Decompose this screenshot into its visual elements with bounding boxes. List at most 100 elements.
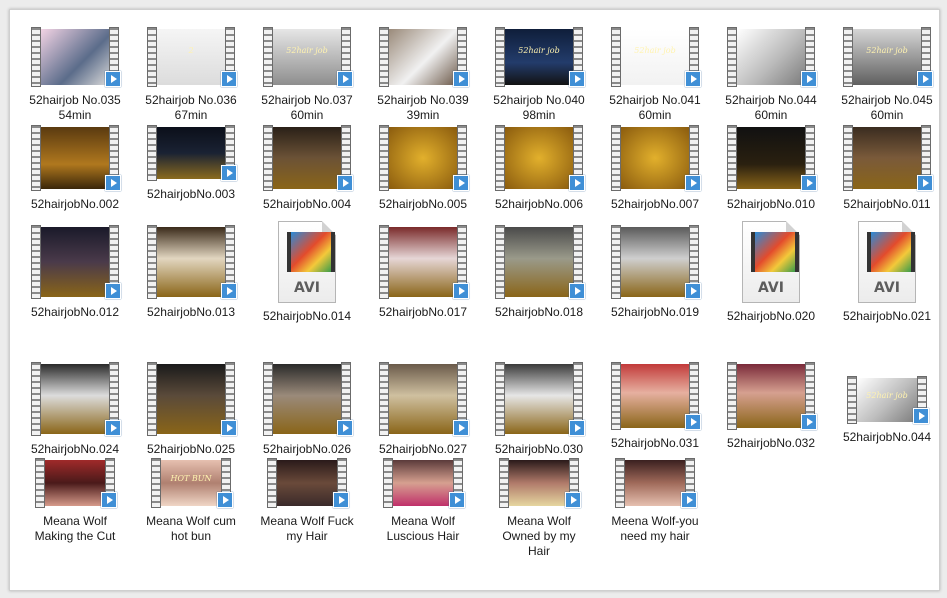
avi-file-type-label: AVI bbox=[758, 280, 784, 296]
avi-file-icon: AVI bbox=[858, 221, 916, 303]
file-item[interactable]: 52hairjob No.035 54min bbox=[19, 27, 131, 123]
thumbnail-frame bbox=[505, 127, 573, 189]
play-badge-icon bbox=[221, 165, 237, 181]
file-item[interactable]: Meana Wolf Making the Cut bbox=[19, 458, 131, 544]
file-item[interactable]: 52hairjobNo.013 bbox=[135, 225, 247, 320]
video-thumbnail: HOT BUN bbox=[151, 458, 233, 508]
file-item[interactable]: 52hairjobNo.019 bbox=[599, 225, 711, 320]
play-badge-icon bbox=[685, 414, 701, 430]
file-item[interactable]: 52hair job 52hairjobNo.044 bbox=[831, 362, 939, 445]
file-name-line: 52hairjobNo.004 bbox=[262, 197, 352, 211]
file-item[interactable]: 52hairjobNo.018 bbox=[483, 225, 595, 320]
film-strip-left bbox=[31, 362, 41, 436]
play-badge-icon bbox=[105, 175, 121, 191]
file-item[interactable]: Meana Wolf Owned by my Hair bbox=[483, 458, 595, 559]
file-item[interactable]: 52hairjobNo.024 bbox=[19, 362, 131, 457]
file-name-label: 52hairjobNo.003 bbox=[135, 187, 247, 202]
film-strip-left bbox=[495, 225, 505, 299]
play-badge-icon bbox=[105, 420, 121, 436]
video-thumbnail bbox=[147, 225, 237, 299]
file-name-label: 52hairjobNo.012 bbox=[19, 305, 131, 320]
film-strip-left bbox=[495, 27, 505, 87]
film-strip-left bbox=[611, 225, 621, 299]
video-thumbnail bbox=[379, 225, 469, 299]
video-thumbnail bbox=[379, 27, 469, 87]
film-strip-left bbox=[727, 27, 737, 87]
file-item[interactable]: 52hairjobNo.031 bbox=[599, 362, 711, 451]
thumbnail-caption: 52hair job bbox=[634, 45, 676, 55]
file-item[interactable]: Meena Wolf-you need my hair bbox=[599, 458, 711, 544]
file-item[interactable]: 52hairjobNo.030 bbox=[483, 362, 595, 457]
thumbnail-frame bbox=[505, 227, 573, 297]
video-thumbnail: 52hair job bbox=[843, 27, 933, 87]
file-item[interactable]: Meana Wolf Luscious Hair bbox=[367, 458, 479, 544]
film-strip-left bbox=[267, 458, 277, 508]
film-strip-left bbox=[495, 362, 505, 436]
play-badge-icon bbox=[801, 175, 817, 191]
file-name-label: Meana Wolf Owned by my Hair bbox=[483, 514, 595, 559]
video-thumbnail: 52hair job bbox=[611, 27, 701, 87]
file-item[interactable]: HOT BUN Meana Wolf cum hot bun bbox=[135, 458, 247, 544]
file-item[interactable]: 52hairjob No.044 60min bbox=[715, 27, 827, 123]
file-name-line: Meana Wolf bbox=[43, 514, 107, 528]
file-item[interactable]: 52hairjobNo.011 bbox=[831, 125, 939, 212]
file-item[interactable]: 52hairjobNo.017 bbox=[367, 225, 479, 320]
file-item[interactable]: 52hairjobNo.026 bbox=[251, 362, 363, 457]
play-badge-icon bbox=[221, 283, 237, 299]
file-item[interactable]: 52hairjobNo.006 bbox=[483, 125, 595, 212]
file-name-label: 52hairjobNo.027 bbox=[367, 442, 479, 457]
file-item[interactable]: AVI 52hairjobNo.020 bbox=[715, 221, 827, 324]
file-name-label: 52hairjobNo.017 bbox=[367, 305, 479, 320]
file-item[interactable]: 52hairjobNo.027 bbox=[367, 362, 479, 457]
thumbnail-caption: 52hair job bbox=[518, 45, 560, 55]
file-item[interactable]: 52hair job 52hairjob No.037 60min bbox=[251, 27, 363, 123]
file-item[interactable]: 52hairjobNo.010 bbox=[715, 125, 827, 212]
video-thumbnail bbox=[499, 458, 581, 508]
video-thumbnail bbox=[31, 362, 121, 436]
file-name-label: Meana Wolf cum hot bun bbox=[135, 514, 247, 544]
file-item[interactable]: 52hairjobNo.002 bbox=[19, 125, 131, 212]
file-name-line: 52hairjobNo.002 bbox=[30, 197, 120, 211]
play-badge-icon bbox=[105, 71, 121, 87]
file-item[interactable]: 2 52hairjob No.036 67min bbox=[135, 27, 247, 123]
play-badge-icon bbox=[685, 175, 701, 191]
film-strip-left bbox=[379, 362, 389, 436]
avi-file-icon: AVI bbox=[278, 221, 336, 303]
film-strip-left bbox=[727, 125, 737, 191]
play-badge-icon bbox=[221, 71, 237, 87]
file-name-line: 39min bbox=[406, 108, 440, 122]
file-name-line: 67min bbox=[174, 108, 208, 122]
play-badge-icon bbox=[685, 283, 701, 299]
thumbnail-frame bbox=[505, 364, 573, 434]
file-item[interactable]: 52hairjobNo.032 bbox=[715, 362, 827, 451]
file-item[interactable]: 52hairjobNo.012 bbox=[19, 225, 131, 320]
file-name-line: 52hairjobNo.014 bbox=[262, 309, 352, 323]
thumbnail-frame: 52hair job bbox=[857, 378, 917, 422]
file-item[interactable]: 52hair job 52hairjob No.045 60min bbox=[831, 27, 939, 123]
file-item[interactable]: 52hairjobNo.007 bbox=[599, 125, 711, 212]
film-strip-left bbox=[611, 27, 621, 87]
film-strip-left bbox=[383, 458, 393, 508]
file-item[interactable]: 52hairjob No.039 39min bbox=[367, 27, 479, 123]
file-item[interactable]: 52hairjobNo.005 bbox=[367, 125, 479, 212]
file-item[interactable]: 52hairjobNo.025 bbox=[135, 362, 247, 457]
file-name-label: Meena Wolf-you need my hair bbox=[599, 514, 711, 544]
play-badge-icon bbox=[685, 71, 701, 87]
file-name-line: 98min bbox=[522, 108, 556, 122]
film-strip-left bbox=[379, 125, 389, 191]
file-item[interactable]: 52hair job 52hairjob No.040 98min bbox=[483, 27, 595, 123]
film-strip-left bbox=[843, 27, 853, 87]
file-item[interactable]: AVI 52hairjobNo.014 bbox=[251, 221, 363, 324]
play-badge-icon bbox=[333, 492, 349, 508]
file-item[interactable]: 52hairjobNo.004 bbox=[251, 125, 363, 212]
file-item[interactable]: 52hair job 52hairjob No.041 60min bbox=[599, 27, 711, 123]
file-name-label: 52hairjobNo.019 bbox=[599, 305, 711, 320]
play-badge-icon bbox=[453, 175, 469, 191]
file-item[interactable]: Meana Wolf Fuck my Hair bbox=[251, 458, 363, 544]
play-badge-icon bbox=[569, 71, 585, 87]
play-badge-icon bbox=[681, 492, 697, 508]
film-strip-left bbox=[147, 27, 157, 87]
file-item[interactable]: AVI 52hairjobNo.021 bbox=[831, 221, 939, 324]
file-item[interactable]: 52hairjobNo.003 bbox=[135, 125, 247, 202]
thumbnail-frame bbox=[621, 127, 689, 189]
